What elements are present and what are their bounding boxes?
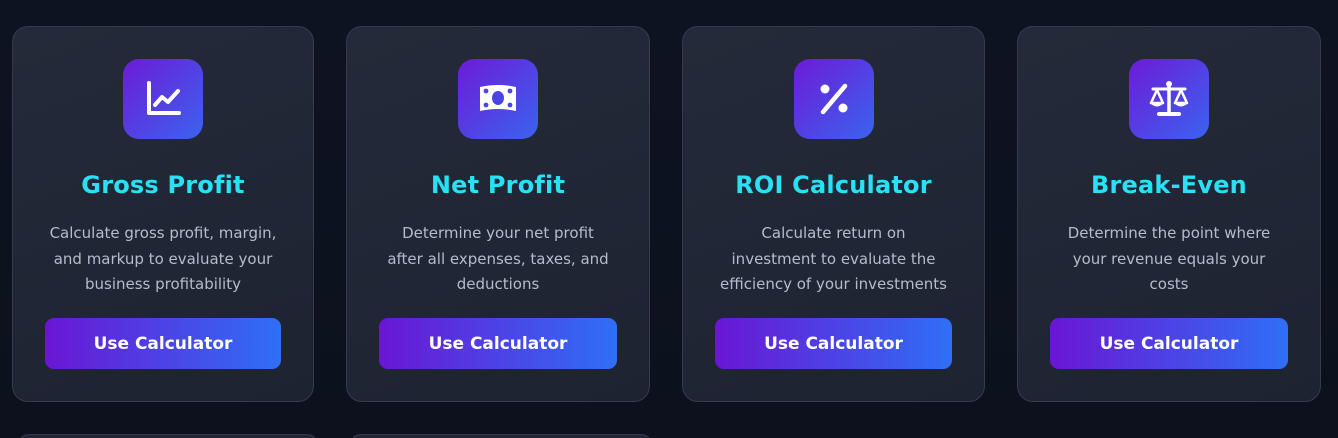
calculator-card-net-profit: Net Profit Determine your net profit aft… <box>346 26 650 402</box>
calculators-page: Gross Profit Calculate gross profit, mar… <box>0 0 1338 438</box>
calculator-card-break-even: Break-Even Determine the point where you… <box>1017 26 1321 402</box>
card-icon-container <box>123 59 203 139</box>
card-description: Determine your net profit after all expe… <box>387 224 609 293</box>
balance-scale-icon <box>1149 81 1189 116</box>
card-icon-container <box>458 59 538 139</box>
calculator-card-gross-profit: Gross Profit Calculate gross profit, mar… <box>12 26 314 402</box>
calculator-card-roi: ROI Calculator Calculate return on inves… <box>682 26 985 402</box>
card-title: ROI Calculator <box>735 171 932 199</box>
card-icon-container <box>793 59 874 139</box>
money-bill-icon <box>480 85 516 111</box>
card-description: Determine the point where your revenue e… <box>1067 224 1271 293</box>
chart-line-icon <box>147 81 181 115</box>
next-row-card-edge <box>350 434 652 438</box>
next-row-card-edge <box>18 434 318 438</box>
card-description: Calculate return on investment to evalua… <box>719 224 947 293</box>
card-title: Net Profit <box>430 171 566 199</box>
percent-icon <box>820 83 847 115</box>
use-calculator-button-net-profit[interactable]: Use Calculator <box>379 318 617 369</box>
card-title: Break-Even <box>1091 171 1247 199</box>
card-icon-container <box>1129 59 1209 139</box>
calculator-card-grid: Gross Profit Calculate gross profit, mar… <box>12 26 1321 402</box>
card-title: Gross Profit <box>81 171 245 199</box>
card-description: Calculate gross profit, margin, and mark… <box>49 224 277 293</box>
use-calculator-button-break-even[interactable]: Use Calculator <box>1050 318 1288 369</box>
use-calculator-button-gross-profit[interactable]: Use Calculator <box>45 318 281 369</box>
use-calculator-button-roi[interactable]: Use Calculator <box>715 318 952 369</box>
